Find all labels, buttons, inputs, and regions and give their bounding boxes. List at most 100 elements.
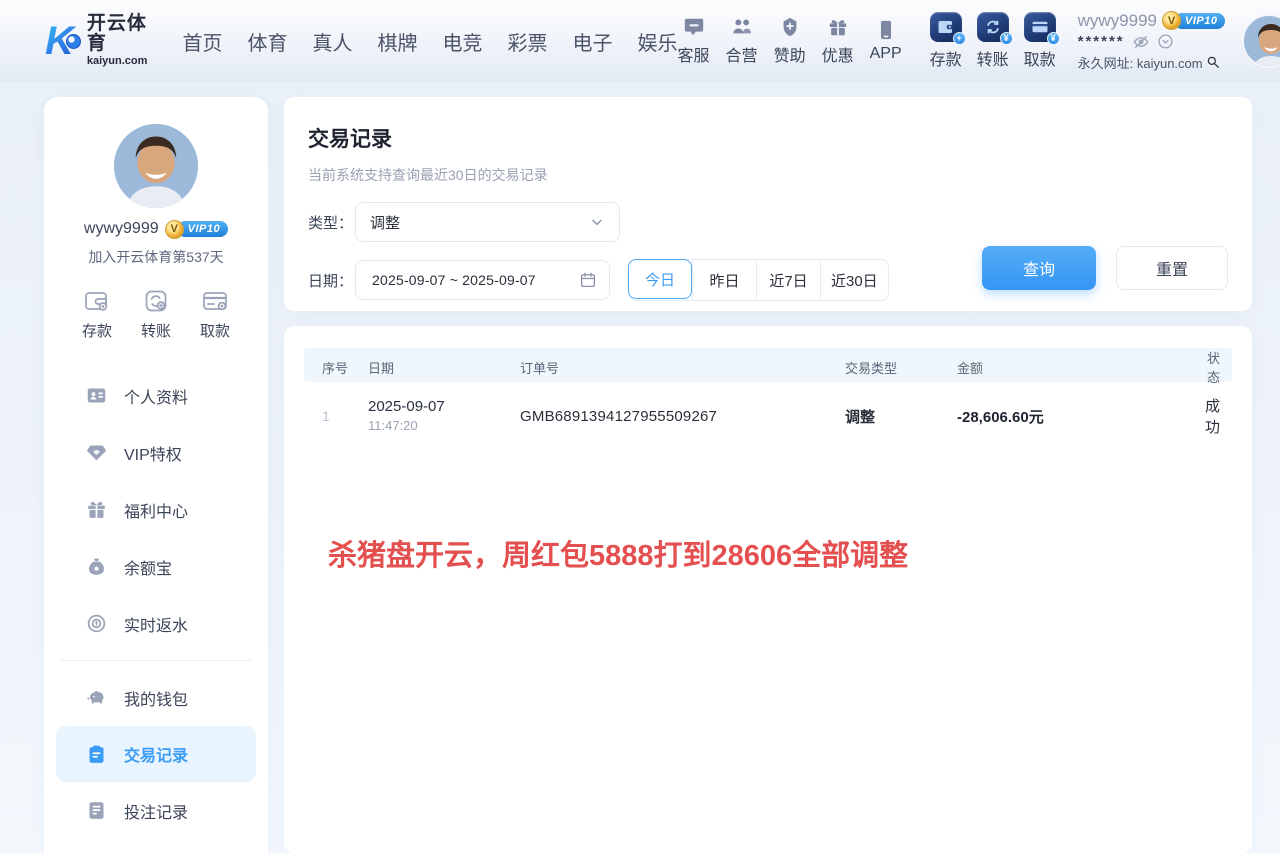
main-nav: 首页 体育 真人 棋牌 电竞 彩票 电子 娱乐 bbox=[183, 27, 678, 56]
sidebar-shortcuts: 存款 转账 取款 bbox=[44, 289, 268, 341]
reset-button[interactable]: 重置 bbox=[1116, 246, 1228, 290]
transfer-outline-icon bbox=[144, 289, 168, 313]
sidebar-item-wallet[interactable]: 我的钱包 bbox=[44, 669, 268, 726]
sidebar-item-transaction-records[interactable]: 交易记录 bbox=[56, 726, 256, 782]
col-amount: 金额 bbox=[957, 358, 1197, 377]
nav-slots[interactable]: 电子 bbox=[573, 27, 613, 56]
col-index: 序号 bbox=[322, 358, 368, 377]
sidebar-item-label: 个人资料 bbox=[124, 384, 188, 408]
promo-link[interactable]: 优惠 bbox=[822, 16, 854, 66]
bet-records-icon bbox=[86, 800, 107, 821]
quick-range-group: 今日 昨日 近7日 近30日 bbox=[628, 259, 889, 301]
sidebar-item-label: 投注记录 bbox=[124, 799, 188, 823]
service-link[interactable]: 客服 bbox=[678, 16, 710, 66]
nav-lottery[interactable]: 彩票 bbox=[508, 27, 548, 56]
withdraw-icon: ¥ bbox=[1024, 12, 1056, 42]
sidebar-item-label: 实时返水 bbox=[124, 612, 188, 636]
brand-name: 开云体育 bbox=[87, 14, 155, 54]
sidebar-item-label: 余额宝 bbox=[124, 555, 172, 579]
sidebar-item-yuebao[interactable]: 余额宝 bbox=[44, 538, 268, 595]
row-date: 2025-09-07 bbox=[368, 397, 520, 417]
date-range-input[interactable]: 2025-09-07 ~ 2025-09-07 bbox=[355, 260, 610, 300]
nav-sports[interactable]: 体育 bbox=[248, 27, 288, 56]
vip-gem-icon: V bbox=[165, 220, 184, 239]
row-time: 11:47:20 bbox=[368, 417, 520, 435]
nav-chess[interactable]: 棋牌 bbox=[378, 27, 418, 56]
filter-card: 交易记录 当前系统支持查询最近30日的交易记录 类型： 调整 日期： 2025-… bbox=[284, 97, 1252, 311]
sidebar-item-vip[interactable]: VIP特权 bbox=[44, 424, 268, 481]
type-select-value: 调整 bbox=[370, 212, 589, 233]
type-select[interactable]: 调整 bbox=[355, 202, 620, 242]
gift-icon bbox=[86, 499, 107, 520]
sidebar-item-rebate[interactable]: 实时返水 bbox=[44, 595, 268, 652]
calendar-icon bbox=[579, 271, 597, 289]
row-amount: -28,606.60元 bbox=[957, 406, 1197, 427]
sidebar-withdraw-shortcut[interactable]: 取款 bbox=[200, 289, 230, 341]
sidebar-item-label: 福利中心 bbox=[124, 498, 188, 522]
date-range-value: 2025-09-07 ~ 2025-09-07 bbox=[372, 272, 579, 288]
account-dropdown-icon[interactable] bbox=[1157, 33, 1174, 50]
range-7days-button[interactable]: 近7日 bbox=[756, 260, 820, 300]
transfer-link[interactable]: ¥ 转账 bbox=[977, 12, 1009, 70]
sidebar-item-label: VIP特权 bbox=[124, 441, 182, 465]
brand-logo[interactable]: K 开云体育 kaiyun.com bbox=[40, 14, 155, 67]
nav-esports[interactable]: 电竞 bbox=[443, 27, 483, 56]
avatar[interactable] bbox=[1242, 14, 1280, 68]
app-icon bbox=[875, 19, 897, 41]
piggy-bank-icon bbox=[86, 687, 107, 708]
withdraw-link[interactable]: ¥ 取款 bbox=[1024, 12, 1056, 70]
sidebar-username: wywy9999 bbox=[84, 220, 159, 238]
date-label: 日期： bbox=[308, 270, 355, 291]
nav-live[interactable]: 真人 bbox=[313, 27, 353, 56]
user-info: wywy9999 V VIP10 ****** 永久网址: kaiyun.com bbox=[1078, 11, 1228, 72]
col-date: 日期 bbox=[368, 358, 520, 377]
nav-home[interactable]: 首页 bbox=[183, 27, 223, 56]
transfer-icon: ¥ bbox=[977, 12, 1009, 42]
row-index: 1 bbox=[322, 408, 368, 424]
eye-off-icon[interactable] bbox=[1132, 33, 1150, 51]
sidebar-transfer-shortcut[interactable]: 转账 bbox=[141, 289, 171, 341]
red-annotation-text: 杀猪盘开云，周红包5888打到28606全部调整 bbox=[328, 532, 908, 574]
sidebar-item-bet-records[interactable]: 投注记录 bbox=[44, 782, 268, 839]
type-label: 类型： bbox=[308, 212, 355, 233]
row-order-no: GMB6891394127955509267 bbox=[520, 408, 845, 425]
sidebar-item-benefits[interactable]: 福利中心 bbox=[44, 481, 268, 538]
wallet-outline-icon bbox=[84, 289, 110, 313]
nav-entertainment[interactable]: 娱乐 bbox=[638, 27, 678, 56]
profile-sidebar: wywy9999 V VIP10 加入开云体育第537天 存款 转账 取款 bbox=[44, 97, 268, 853]
records-table-card: 序号 日期 订单号 交易类型 金额 状态 1 2025-09-07 11:47:… bbox=[284, 326, 1252, 853]
main-content: 交易记录 当前系统支持查询最近30日的交易记录 类型： 调整 日期： 2025-… bbox=[284, 97, 1252, 853]
vip-gem-icon: V bbox=[1162, 11, 1181, 30]
chat-icon bbox=[683, 16, 705, 38]
row-type: 调整 bbox=[845, 406, 957, 427]
sidebar-menu: 个人资料 VIP特权 福利中心 余额宝 实时返水 bbox=[44, 367, 268, 839]
search-button[interactable]: 查询 bbox=[982, 246, 1096, 290]
table-header: 序号 日期 订单号 交易类型 金额 状态 bbox=[304, 348, 1232, 382]
range-yesterday-button[interactable]: 昨日 bbox=[692, 260, 756, 300]
card-outline-icon bbox=[202, 289, 228, 313]
sponsor-icon bbox=[779, 16, 801, 38]
range-30days-button[interactable]: 近30日 bbox=[820, 260, 888, 300]
username: wywy9999 bbox=[1078, 11, 1157, 31]
deposit-link[interactable]: + 存款 bbox=[930, 12, 962, 70]
table-row: 1 2025-09-07 11:47:20 GMB689139412795550… bbox=[304, 382, 1232, 450]
promo-icon bbox=[827, 16, 849, 38]
range-today-button[interactable]: 今日 bbox=[628, 259, 692, 299]
col-order-no: 订单号 bbox=[520, 358, 845, 377]
sidebar-item-profile[interactable]: 个人资料 bbox=[44, 367, 268, 424]
col-type: 交易类型 bbox=[845, 358, 957, 377]
partners-link[interactable]: 合营 bbox=[726, 16, 758, 66]
deposit-icon: + bbox=[930, 12, 962, 42]
sponsor-link[interactable]: 赞助 bbox=[774, 16, 806, 66]
row-datetime: 2025-09-07 11:47:20 bbox=[368, 397, 520, 435]
id-card-icon bbox=[86, 385, 107, 406]
magnifier-cursor-icon bbox=[1206, 55, 1220, 69]
sidebar-deposit-shortcut[interactable]: 存款 bbox=[82, 289, 112, 341]
app-link[interactable]: APP bbox=[870, 19, 902, 63]
football-icon bbox=[66, 34, 81, 49]
sidebar-divider bbox=[60, 660, 252, 661]
vip-level-label: VIP10 bbox=[1174, 13, 1225, 29]
row-status: 成功 bbox=[1197, 395, 1232, 437]
permanent-url: 永久网址: kaiyun.com bbox=[1078, 53, 1203, 72]
masked-balance: ****** bbox=[1078, 34, 1125, 49]
